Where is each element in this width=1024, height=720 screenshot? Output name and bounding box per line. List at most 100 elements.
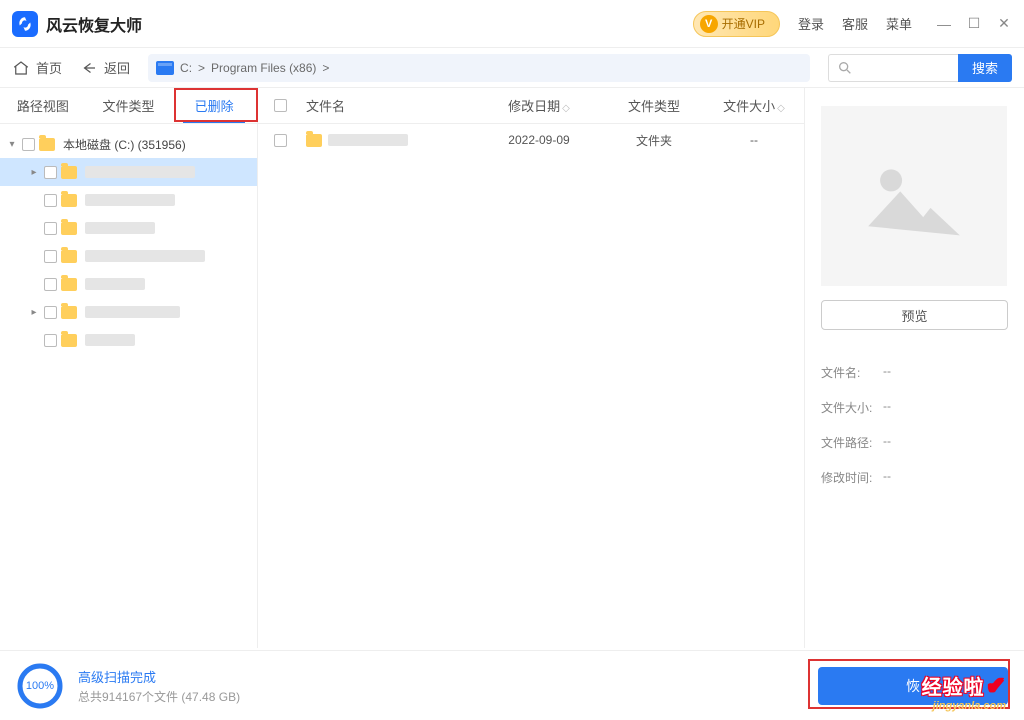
- folder-icon: [61, 222, 77, 235]
- folder-tree: ▾ 本地磁盘 (C:) (351956) ▸: [0, 124, 257, 360]
- search-button[interactable]: 搜索: [958, 54, 1012, 82]
- detail-mtime: 修改时间: --: [821, 469, 1008, 486]
- minimize-icon[interactable]: —: [936, 16, 952, 32]
- redacted-label: [85, 222, 155, 234]
- redacted-label: [85, 278, 145, 290]
- recover-button[interactable]: 恢: [818, 667, 1008, 705]
- row-date: 2022-09-09: [474, 133, 604, 147]
- checkbox[interactable]: [44, 306, 57, 319]
- checkbox[interactable]: [44, 250, 57, 263]
- row-size: --: [704, 133, 804, 147]
- detail-name: 文件名: --: [821, 364, 1008, 381]
- tree-child[interactable]: ▸: [0, 298, 257, 326]
- scan-summary: 总共914167个文件 (47.48 GB): [78, 688, 240, 705]
- details-panel: 预览 文件名: -- 文件大小: -- 文件路径: -- 修改时间: --: [804, 88, 1024, 648]
- checkbox[interactable]: [44, 222, 57, 235]
- left-panel: 路径视图 文件类型 已删除 ▾ 本地磁盘 (C:) (351956) ▸: [0, 88, 258, 648]
- checkbox[interactable]: [44, 194, 57, 207]
- tree-child[interactable]: [0, 186, 257, 214]
- tree-root[interactable]: ▾ 本地磁盘 (C:) (351956): [0, 130, 257, 158]
- open-vip-button[interactable]: V 开通VIP: [693, 11, 780, 37]
- redacted-label: [85, 250, 205, 262]
- file-list-panel: 文件名 修改日期◇ 文件类型 文件大小◇ 2022-09-09 文件夹 --: [258, 88, 804, 648]
- folder-icon: [61, 278, 77, 291]
- detail-size: 文件大小: --: [821, 399, 1008, 416]
- vip-label: 开通VIP: [722, 15, 765, 32]
- folder-icon: [61, 194, 77, 207]
- folder-icon: [306, 134, 322, 147]
- home-label: 首页: [36, 58, 62, 77]
- back-button[interactable]: 返回: [80, 58, 130, 77]
- vip-badge-icon: V: [700, 15, 718, 33]
- col-header-date[interactable]: 修改日期◇: [474, 96, 604, 115]
- scan-title: 高级扫描完成: [78, 667, 240, 686]
- breadcrumb-seg-0: C:: [180, 61, 192, 75]
- support-link[interactable]: 客服: [842, 14, 868, 33]
- checkbox[interactable]: [44, 166, 57, 179]
- scan-progress-ring: 100%: [16, 662, 64, 710]
- footer: 100% 高级扫描完成 总共914167个文件 (47.48 GB) 恢: [0, 650, 1024, 720]
- col-header-name[interactable]: 文件名: [302, 96, 474, 115]
- tree-root-label: 本地磁盘 (C:) (351956): [63, 136, 186, 153]
- home-button[interactable]: 首页: [12, 58, 62, 77]
- scan-status: 高级扫描完成 总共914167个文件 (47.48 GB): [78, 667, 240, 705]
- redacted-label: [85, 334, 135, 346]
- preview-thumbnail: [821, 106, 1007, 286]
- back-label: 返回: [104, 58, 130, 77]
- folder-icon: [61, 334, 77, 347]
- redacted-label: [328, 134, 408, 146]
- tab-deleted[interactable]: 已删除: [171, 88, 257, 123]
- back-arrow-icon: [80, 59, 98, 77]
- col-header-size[interactable]: 文件大小◇: [704, 96, 804, 115]
- redacted-label: [85, 166, 195, 178]
- sort-icon: ◇: [562, 103, 570, 114]
- select-all-checkbox[interactable]: [274, 99, 287, 112]
- redacted-label: [85, 194, 175, 206]
- tree-child[interactable]: [0, 242, 257, 270]
- checkbox[interactable]: [274, 134, 287, 147]
- maximize-icon[interactable]: ☐: [966, 16, 982, 32]
- table-row[interactable]: 2022-09-09 文件夹 --: [258, 124, 804, 156]
- navbar: 首页 返回 C: > Program Files (x86) > 搜索: [0, 48, 1024, 88]
- titlebar: 风云恢复大师 V 开通VIP 登录 客服 菜单 — ☐ ✕: [0, 0, 1024, 48]
- detail-path: 文件路径: --: [821, 434, 1008, 451]
- search-icon: [837, 60, 853, 76]
- tab-file-type[interactable]: 文件类型: [86, 88, 172, 123]
- breadcrumb[interactable]: C: > Program Files (x86) >: [148, 54, 810, 82]
- caret-right-icon[interactable]: ▸: [28, 307, 40, 318]
- login-link[interactable]: 登录: [798, 14, 824, 33]
- preview-button[interactable]: 预览: [821, 300, 1008, 330]
- search-input[interactable]: [828, 54, 958, 82]
- app-title: 风云恢复大师: [46, 12, 142, 36]
- menu-link[interactable]: 菜单: [886, 14, 912, 33]
- home-icon: [12, 59, 30, 77]
- progress-percent: 100%: [16, 662, 64, 710]
- image-placeholder-icon: [859, 151, 969, 241]
- caret-right-icon[interactable]: ▸: [28, 167, 40, 178]
- close-icon[interactable]: ✕: [996, 16, 1012, 32]
- col-header-type[interactable]: 文件类型: [604, 96, 704, 115]
- redacted-label: [85, 306, 180, 318]
- tab-path-view[interactable]: 路径视图: [0, 88, 86, 123]
- tree-child[interactable]: [0, 270, 257, 298]
- tree-child[interactable]: ▸: [0, 158, 257, 186]
- folder-icon: [61, 166, 77, 179]
- row-type: 文件夹: [604, 132, 704, 149]
- checkbox[interactable]: [44, 334, 57, 347]
- checkbox[interactable]: [44, 278, 57, 291]
- sort-icon: ◇: [777, 103, 785, 114]
- folder-icon: [39, 138, 55, 151]
- breadcrumb-sep-0: >: [198, 61, 205, 75]
- breadcrumb-seg-1: Program Files (x86): [211, 61, 316, 75]
- caret-down-icon[interactable]: ▾: [6, 139, 18, 150]
- main-area: 路径视图 文件类型 已删除 ▾ 本地磁盘 (C:) (351956) ▸: [0, 88, 1024, 648]
- disk-icon: [156, 61, 174, 75]
- tree-child[interactable]: [0, 326, 257, 354]
- checkbox[interactable]: [22, 138, 35, 151]
- breadcrumb-sep-1: >: [322, 61, 329, 75]
- folder-icon: [61, 306, 77, 319]
- app-logo-icon: [12, 11, 38, 37]
- folder-icon: [61, 250, 77, 263]
- list-header: 文件名 修改日期◇ 文件类型 文件大小◇: [258, 88, 804, 124]
- tree-child[interactable]: [0, 214, 257, 242]
